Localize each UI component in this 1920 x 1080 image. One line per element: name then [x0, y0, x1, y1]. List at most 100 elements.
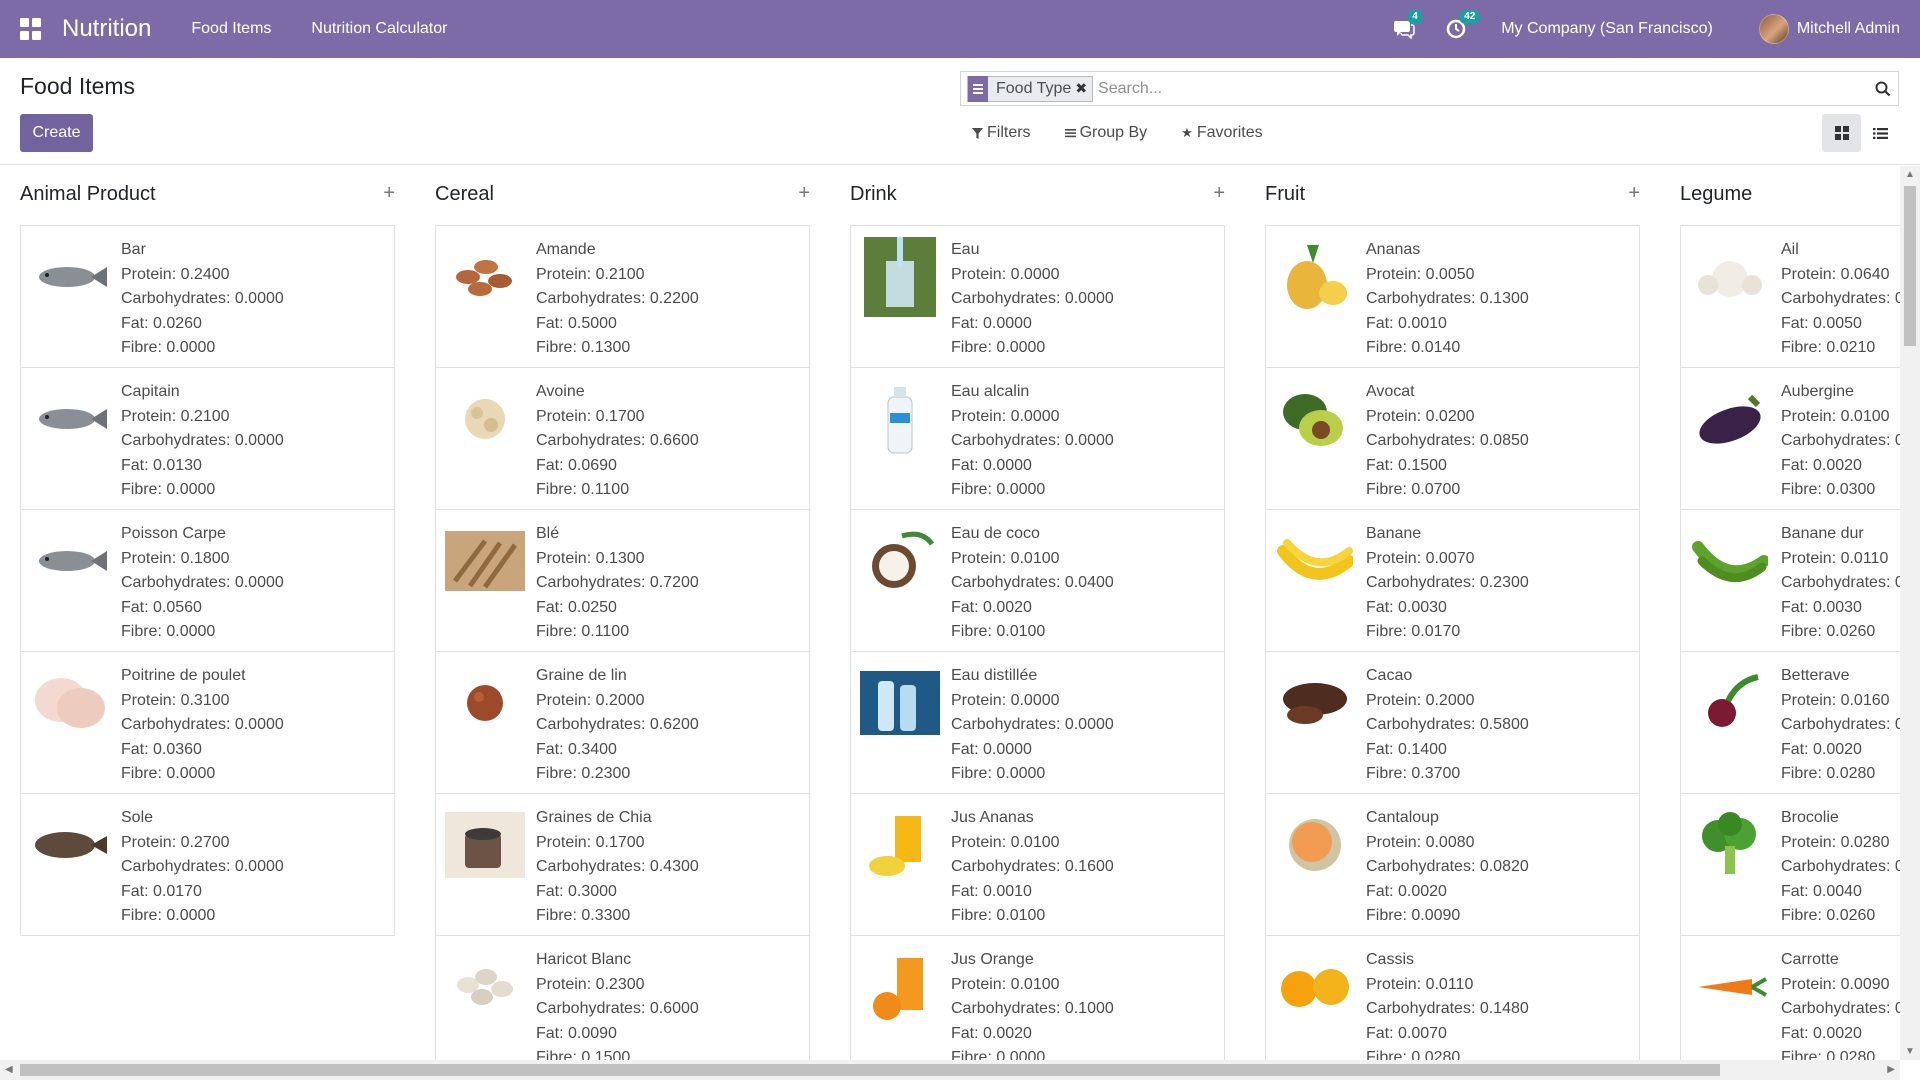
fibre-value: Fibre: 0.1300: [536, 339, 631, 356]
coconut-icon: [859, 520, 941, 602]
scroll-right-icon[interactable]: ▶: [1887, 1064, 1895, 1075]
protein-value: Protein: 0.2000: [536, 691, 645, 709]
column-cards: Ananas Protein: 0.0050 Carbohydrates: 0.…: [1265, 225, 1640, 1060]
food-card[interactable]: Amande Protein: 0.2100 Carbohydrates: 0.…: [435, 225, 810, 368]
app-brand[interactable]: Nutrition: [62, 15, 151, 43]
fat-value: Fat: 0.0090: [536, 1024, 617, 1042]
kanban-board[interactable]: Animal Product + Bar Protein: 0.2400 Car…: [0, 166, 1900, 1060]
avatar[interactable]: [1758, 14, 1789, 44]
food-card[interactable]: Brocolie Protein: 0.0280 Carbohydrates: …: [1680, 793, 1900, 936]
flaxseed-icon: [444, 662, 526, 744]
nav-food-items[interactable]: Food Items: [191, 20, 271, 38]
food-card[interactable]: Eau de coco Protein: 0.0100 Carbohydrate…: [850, 509, 1225, 652]
messages-badge: 4: [1407, 10, 1423, 24]
column-quick-add-icon[interactable]: +: [383, 182, 395, 205]
column-title[interactable]: Legume: [1680, 183, 1752, 206]
column-title[interactable]: Cereal: [435, 183, 494, 206]
food-card[interactable]: Poisson Carpe Protein: 0.1800 Carbohydra…: [20, 509, 395, 652]
search-input[interactable]: [1098, 79, 1868, 98]
scroll-down-icon[interactable]: ▼: [1905, 1046, 1915, 1057]
kanban-view-button[interactable]: [1822, 114, 1861, 152]
protein-value: Protein: 0.1300: [536, 549, 645, 567]
horizontal-scroll-thumb[interactable]: [20, 1064, 1720, 1076]
carbohydrates-value: Carbohydrates: 0.5800: [1366, 716, 1529, 733]
scroll-left-icon[interactable]: ◀: [5, 1064, 13, 1075]
food-card[interactable]: Ail Protein: 0.0640 Carbohydrates: 0 Fat…: [1680, 225, 1900, 368]
card-details: Poisson Carpe Protein: 0.1800 Carbohydra…: [121, 522, 284, 645]
food-card[interactable]: Jus Ananas Protein: 0.0100 Carbohydrates…: [850, 793, 1225, 936]
food-card[interactable]: Bar Protein: 0.2400 Carbohydrates: 0.000…: [20, 225, 395, 368]
column-header: Fruit +: [1265, 180, 1640, 208]
card-details: Eau Protein: 0.0000 Carbohydrates: 0.000…: [951, 238, 1114, 361]
food-card[interactable]: Banane Protein: 0.0070 Carbohydrates: 0.…: [1265, 509, 1640, 652]
protein-value: Protein: 0.0640: [1781, 265, 1890, 283]
food-card[interactable]: Eau distillée Protein: 0.0000 Carbohydra…: [850, 651, 1225, 794]
card-details: Ananas Protein: 0.0050 Carbohydrates: 0.…: [1366, 238, 1529, 361]
food-card[interactable]: Capitain Protein: 0.2100 Carbohydrates: …: [20, 367, 395, 510]
food-card[interactable]: Blé Protein: 0.1300 Carbohydrates: 0.720…: [435, 509, 810, 652]
column-quick-add-icon[interactable]: +: [1628, 182, 1640, 205]
activity-clock-icon[interactable]: 42: [1443, 10, 1481, 42]
food-card[interactable]: Cassis Protein: 0.0110 Carbohydrates: 0.…: [1265, 935, 1640, 1060]
protein-value: Protein: 0.0070: [1366, 549, 1475, 567]
apps-menu-icon[interactable]: [20, 18, 42, 40]
protein-value: Protein: 0.0280: [1781, 833, 1890, 851]
food-card[interactable]: Eau Protein: 0.0000 Carbohydrates: 0.000…: [850, 225, 1225, 368]
list-view-button[interactable]: [1861, 114, 1900, 152]
food-card[interactable]: Cacao Protein: 0.2000 Carbohydrates: 0.5…: [1265, 651, 1640, 794]
vertical-scroll-thumb[interactable]: [1904, 186, 1916, 346]
card-details: Graines de Chia Protein: 0.1700 Carbohyd…: [536, 806, 699, 929]
protein-value: Protein: 0.0100: [951, 833, 1060, 851]
food-card[interactable]: Graine de lin Protein: 0.2000 Carbohydra…: [435, 651, 810, 794]
food-card[interactable]: Sole Protein: 0.2700 Carbohydrates: 0.00…: [20, 793, 395, 936]
card-details: Jus Ananas Protein: 0.0100 Carbohydrates…: [951, 806, 1114, 929]
food-card[interactable]: Cantaloup Protein: 0.0080 Carbohydrates:…: [1265, 793, 1640, 936]
messages-icon[interactable]: 4: [1391, 10, 1423, 42]
group-by-button[interactable]: Group By: [1064, 124, 1147, 142]
fibre-value: Fibre: 0.3300: [536, 907, 631, 924]
garlic-icon: [1689, 236, 1771, 318]
company-switcher[interactable]: My Company (San Francisco): [1501, 20, 1713, 38]
carbohydrates-value: Carbohydrates: 0.1600: [951, 858, 1114, 875]
food-card[interactable]: Betterave Protein: 0.0160 Carbohydrates:…: [1680, 651, 1900, 794]
fibre-value: Fibre: 0.0260: [1781, 623, 1876, 640]
fat-value: Fat: 0.0020: [1781, 456, 1862, 474]
food-card[interactable]: Avocat Protein: 0.0200 Carbohydrates: 0.…: [1265, 367, 1640, 510]
food-card[interactable]: Jus Orange Protein: 0.0100 Carbohydrates…: [850, 935, 1225, 1060]
food-name: Banane: [1366, 525, 1422, 542]
food-card[interactable]: Carrotte Protein: 0.0090 Carbohydrates: …: [1680, 935, 1900, 1060]
food-card[interactable]: Graines de Chia Protein: 0.1700 Carbohyd…: [435, 793, 810, 936]
food-card[interactable]: Haricot Blanc Protein: 0.2300 Carbohydra…: [435, 935, 810, 1060]
protein-value: Protein: 0.2100: [536, 265, 645, 283]
fibre-value: Fibre: 0.0260: [1781, 907, 1876, 924]
food-name: Blé: [536, 525, 560, 542]
user-menu[interactable]: Mitchell Admin: [1797, 20, 1900, 38]
horizontal-scrollbar[interactable]: ◀ ▶: [0, 1060, 1900, 1080]
food-card[interactable]: Avoine Protein: 0.1700 Carbohydrates: 0.…: [435, 367, 810, 510]
create-button[interactable]: Create: [20, 114, 93, 152]
column-title[interactable]: Fruit: [1265, 183, 1305, 206]
vertical-scrollbar[interactable]: ▲ ▼: [1900, 166, 1920, 1060]
food-card[interactable]: Poitrine de poulet Protein: 0.3100 Carbo…: [20, 651, 395, 794]
column-title[interactable]: Drink: [850, 183, 897, 206]
column-cards: Bar Protein: 0.2400 Carbohydrates: 0.000…: [20, 225, 395, 936]
carbohydrates-value: Carbohydrates: 0.0000: [121, 432, 284, 449]
favorites-button[interactable]: ★ Favorites: [1181, 124, 1262, 142]
food-card[interactable]: Ananas Protein: 0.0050 Carbohydrates: 0.…: [1265, 225, 1640, 368]
beans-icon: [444, 946, 526, 1028]
filters-button[interactable]: Filters: [972, 124, 1031, 142]
column-quick-add-icon[interactable]: +: [798, 182, 810, 205]
column-title[interactable]: Animal Product: [20, 183, 156, 206]
food-card[interactable]: Banane dur Protein: 0.0110 Carbohydrates…: [1680, 509, 1900, 652]
nav-nutrition-calculator[interactable]: Nutrition Calculator: [311, 20, 447, 38]
protein-value: Protein: 0.0110: [1366, 975, 1474, 993]
food-card[interactable]: Aubergine Protein: 0.0100 Carbohydrates:…: [1680, 367, 1900, 510]
broccoli-icon: [1689, 804, 1771, 886]
scroll-up-icon[interactable]: ▲: [1905, 169, 1915, 180]
facet-remove-icon[interactable]: ✖: [1075, 80, 1092, 97]
cacao-icon: [1274, 662, 1356, 744]
star-icon: ★: [1181, 125, 1193, 140]
food-card[interactable]: Eau alcalin Protein: 0.0000 Carbohydrate…: [850, 367, 1225, 510]
column-quick-add-icon[interactable]: +: [1213, 182, 1225, 205]
search-icon[interactable]: [1868, 74, 1898, 104]
